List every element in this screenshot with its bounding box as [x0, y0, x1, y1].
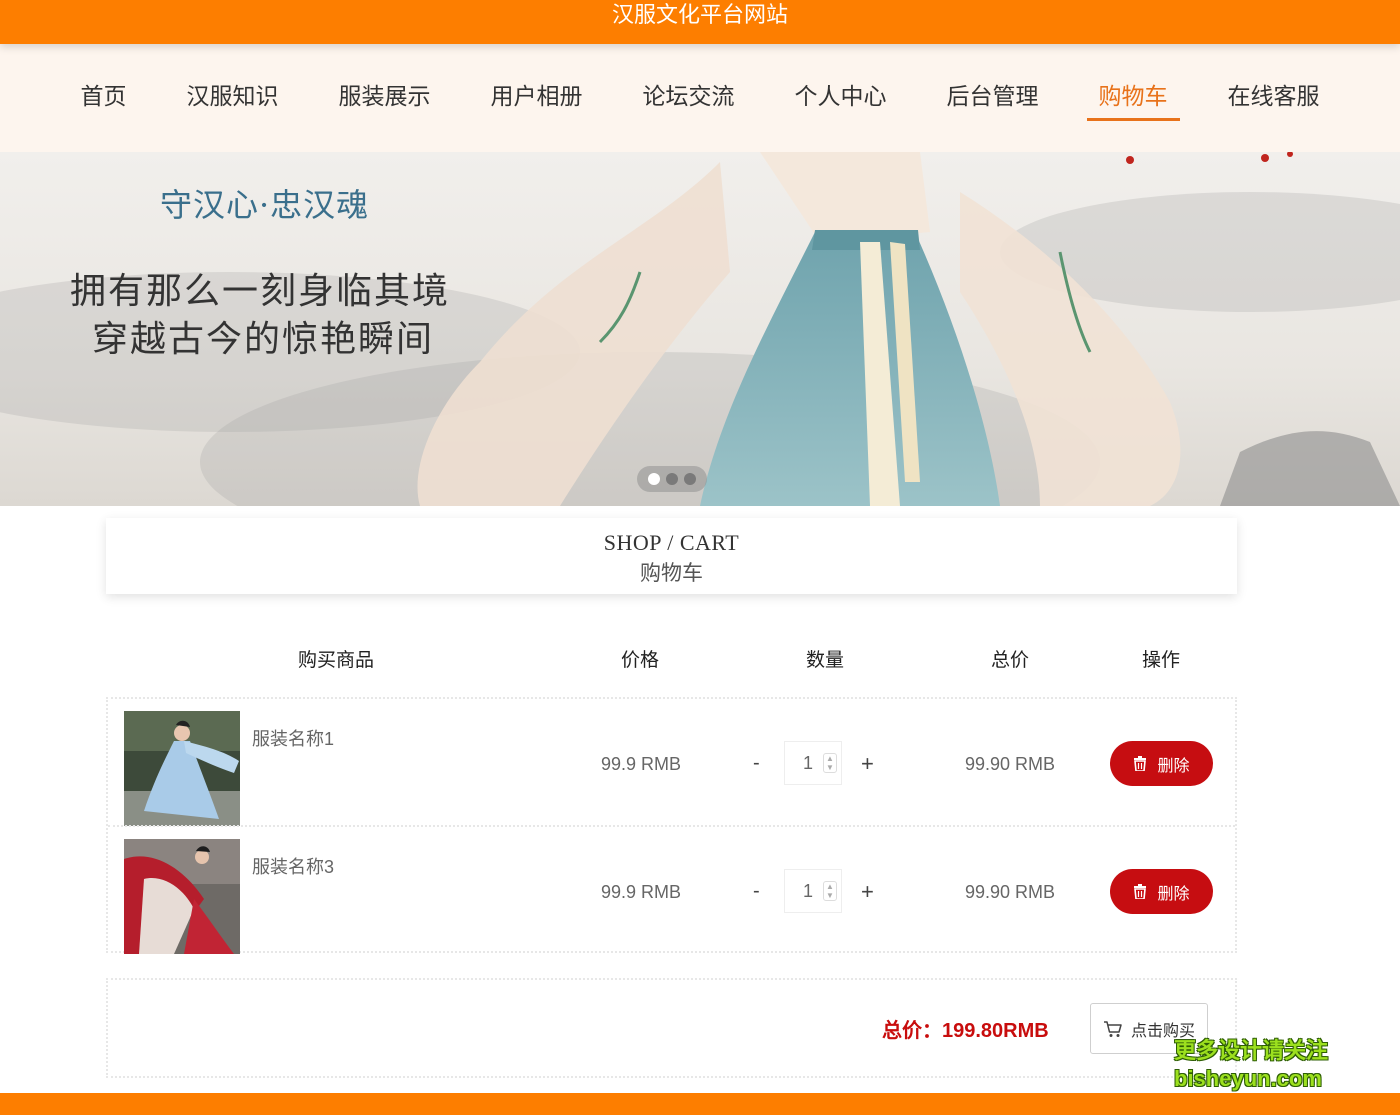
delete-button[interactable]: 删除	[1110, 869, 1213, 914]
cart-icon	[1103, 1020, 1122, 1037]
banner-slogan: 守汉心·忠汉魂	[160, 186, 370, 224]
delete-button-label: 删除	[1157, 885, 1190, 903]
site-footer-bar	[0, 1093, 1400, 1115]
section-title-cn: 购物车	[640, 561, 703, 585]
quantity-input[interactable]: 1 ▲ ▼	[784, 741, 842, 785]
nav-item-hanfu-knowledge[interactable]: 汉服知识	[175, 44, 291, 120]
column-header-action: 操作	[1142, 650, 1181, 671]
cart-sum-total: 总价：199.80RMB	[882, 1020, 1049, 1042]
nav-item-cart[interactable]: 购物车	[1086, 44, 1180, 121]
product-price: 99.9 RMB	[601, 882, 682, 902]
product-thumbnail[interactable]	[124, 711, 240, 826]
trash-icon	[1134, 756, 1147, 771]
carousel-dot[interactable]	[666, 473, 678, 485]
cart-row: 服装名称1 99.9 RMB - 1 ▲ ▼ + 99.90 RMB 删除	[108, 699, 1235, 826]
banner-line-1: 拥有那么一刻身临其境	[70, 271, 451, 312]
section-title-en: SHOP / CART	[603, 530, 740, 555]
line-total: 99.90 RMB	[965, 882, 1056, 902]
delete-button[interactable]: 删除	[1110, 741, 1213, 786]
product-name[interactable]: 服装名称1	[252, 725, 334, 751]
site-title: 汉服文化平台网站	[611, 2, 788, 27]
nav-item-user-album[interactable]: 用户相册	[479, 44, 595, 120]
nav-item-clothing-display[interactable]: 服装展示	[327, 44, 443, 120]
carousel-dot[interactable]	[648, 473, 660, 485]
cart-row: 服装名称3 99.9 RMB - 1 ▲ ▼ + 99.90 RMB 删除	[108, 825, 1235, 954]
main-nav: 首页 汉服知识 服装展示 用户相册 论坛交流 个人中心 后台管理 购物车 在线客…	[0, 44, 1400, 152]
column-header-total: 总价	[991, 650, 1030, 671]
nav-item-admin[interactable]: 后台管理	[935, 44, 1051, 120]
watermark-line-2: bisheyun.com	[1174, 1066, 1322, 1091]
nav-item-customer-service[interactable]: 在线客服	[1216, 44, 1332, 120]
product-price: 99.9 RMB	[601, 754, 682, 774]
quantity-input[interactable]: 1 ▲ ▼	[784, 869, 842, 913]
quantity-decrement-button[interactable]: -	[753, 880, 760, 903]
banner-line-2: 穿越古今的惊艳瞬间	[92, 319, 435, 360]
hero-banner[interactable]: 守汉心·忠汉魂 拥有那么一刻身临其境 穿越古今的惊艳瞬间	[0, 152, 1400, 506]
nav-item-home[interactable]: 首页	[69, 44, 139, 120]
cart-summary: 总价：199.80RMB 点击购买	[106, 978, 1237, 1078]
delete-button-label: 删除	[1157, 757, 1190, 775]
carousel-dot[interactable]	[684, 473, 696, 485]
line-total: 99.90 RMB	[965, 754, 1056, 774]
cart-item-list: 服装名称1 99.9 RMB - 1 ▲ ▼ + 99.90 RMB 删除 服装…	[106, 697, 1237, 954]
product-name[interactable]: 服装名称3	[252, 853, 334, 879]
product-thumbnail[interactable]	[124, 839, 240, 954]
site-header: 汉服文化平台网站	[0, 0, 1400, 44]
column-header-price: 价格	[621, 650, 660, 671]
watermark: 更多设计请关注 bisheyun.com	[1174, 1037, 1334, 1093]
nav-item-forum[interactable]: 论坛交流	[631, 44, 747, 120]
column-header-quantity: 数量	[806, 650, 845, 671]
trash-icon	[1134, 884, 1147, 899]
quantity-increment-button[interactable]: +	[861, 879, 874, 905]
spinner-arrows-icon[interactable]: ▲ ▼	[823, 881, 837, 901]
section-title-box: SHOP / CART 购物车	[106, 518, 1237, 594]
column-header-product: 购买商品	[298, 650, 375, 671]
quantity-decrement-button[interactable]: -	[753, 752, 760, 775]
quantity-increment-button[interactable]: +	[861, 751, 874, 777]
spinner-arrows-icon[interactable]: ▲ ▼	[823, 753, 837, 773]
carousel-indicators	[637, 466, 707, 492]
quantity-value: 1	[803, 753, 814, 773]
nav-item-personal-center[interactable]: 个人中心	[783, 44, 899, 120]
quantity-value: 1	[803, 881, 814, 901]
watermark-line-1: 更多设计请关注	[1174, 1038, 1329, 1063]
